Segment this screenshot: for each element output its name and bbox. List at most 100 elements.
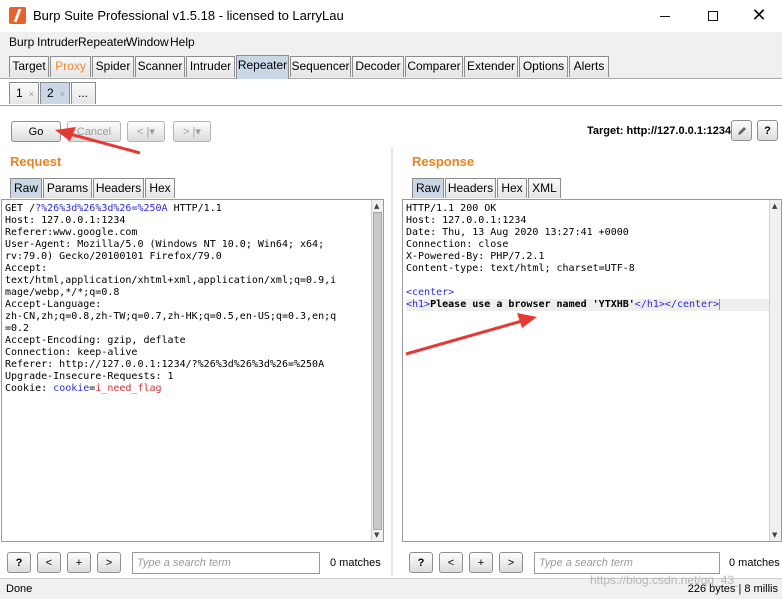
request-tab-params[interactable]: Params <box>43 178 92 198</box>
maximize-icon <box>708 11 718 21</box>
maximize-button[interactable] <box>690 0 736 32</box>
scroll-up-icon[interactable]: ▲ <box>374 202 379 210</box>
menu-repeater[interactable]: Repeater <box>78 35 127 49</box>
repeater-tab-new[interactable]: ... <box>71 82 96 104</box>
repeater-tab-2[interactable]: 2 × <box>40 82 70 104</box>
cookie-name: cookie <box>53 383 90 394</box>
tab-sequencer[interactable]: Sequencer <box>290 56 351 77</box>
scrollbar-thumb[interactable] <box>373 212 382 530</box>
request-line: Accept-Language: <box>5 299 102 310</box>
tab-close-icon[interactable]: × <box>29 89 34 99</box>
response-tab-headers[interactable]: Headers <box>445 178 496 198</box>
request-line: GET /?%26%3d%26%3d%26=%250A HTTP/1.1 <box>5 203 222 214</box>
request-text[interactable]: GET /?%26%3d%26%3d%26=%250A HTTP/1.1 Hos… <box>2 200 383 395</box>
go-button[interactable]: Go <box>11 121 61 142</box>
request-search-input[interactable]: Type a search term <box>132 552 320 574</box>
close-button[interactable]: ✕ <box>736 0 782 32</box>
tab-alerts[interactable]: Alerts <box>569 56 609 77</box>
target-label: Target: http://127.0.0.1:1234 <box>587 125 732 137</box>
response-tab-hex[interactable]: Hex <box>497 178 527 198</box>
tab-intruder[interactable]: Intruder <box>186 56 235 77</box>
repeater-tab-1[interactable]: 1 × <box>9 82 39 104</box>
response-search-prev-button[interactable]: < <box>439 552 463 573</box>
request-line: mage/webp,*/*;q=0.8 <box>5 287 120 298</box>
request-line: =0.2 <box>5 323 30 334</box>
request-line: Connection: keep-alive <box>5 347 138 358</box>
tab-repeater[interactable]: Repeater <box>236 55 289 79</box>
response-search-add-button[interactable]: + <box>469 552 493 573</box>
request-line: Cookie: cookie=i_need_flag <box>5 383 162 394</box>
tab-decoder[interactable]: Decoder <box>352 56 404 77</box>
request-line: Referer:www.google.com <box>5 227 138 238</box>
cancel-button[interactable]: Cancel <box>67 121 121 142</box>
menu-intruder[interactable]: Intruder <box>37 35 78 49</box>
request-line: Referer: http://127.0.0.1:1234/?%26%3d%2… <box>5 359 325 370</box>
scroll-up-icon[interactable]: ▲ <box>772 202 777 210</box>
request-search-prev-button[interactable]: < <box>37 552 61 573</box>
request-tab-hex[interactable]: Hex <box>145 178 175 198</box>
response-line: X-Powered-By: PHP/7.2.1 <box>406 251 545 262</box>
watermark: https://blog.csdn.net/qq_43_ <box>590 573 741 587</box>
request-line: Accept-Encoding: gzip, deflate <box>5 335 186 346</box>
request-editor[interactable]: GET /?%26%3d%26%3d%26=%250A HTTP/1.1 Hos… <box>1 199 384 542</box>
response-title: Response <box>412 154 475 169</box>
menu-window[interactable]: Window <box>126 35 169 49</box>
edit-target-button[interactable] <box>731 120 752 141</box>
pencil-icon <box>737 126 746 135</box>
response-search-help-button[interactable]: ? <box>409 552 433 573</box>
cookie-value: i_need_flag <box>95 383 162 394</box>
tab-close-icon[interactable]: × <box>60 89 65 99</box>
request-line: Host: 127.0.0.1:1234 <box>5 215 126 226</box>
response-search-input[interactable]: Type a search term <box>534 552 720 574</box>
request-tab-raw[interactable]: Raw <box>10 178 42 198</box>
request-line: text/html,application/xhtml+xml,applicat… <box>5 275 337 286</box>
request-search-add-button[interactable]: + <box>67 552 91 573</box>
minimize-icon <box>660 15 670 17</box>
menu-bar: Burp Intruder Repeater Window Help <box>0 32 782 51</box>
tab-scanner[interactable]: Scanner <box>135 56 185 77</box>
response-line: Date: Thu, 13 Aug 2020 13:27:41 +0000 <box>406 227 629 238</box>
target-help-button[interactable]: ? <box>757 120 778 141</box>
window-title: Burp Suite Professional v1.5.18 - licens… <box>33 8 344 23</box>
tab-options[interactable]: Options <box>519 56 568 77</box>
pane-splitter[interactable] <box>391 148 393 576</box>
burp-logo-icon <box>9 7 26 24</box>
scroll-down-icon[interactable]: ▼ <box>772 531 777 539</box>
request-title: Request <box>10 154 62 169</box>
response-line: HTTP/1.1 200 OK <box>406 203 497 214</box>
forward-button[interactable]: > |▾ <box>173 121 211 142</box>
response-tab-xml[interactable]: XML <box>528 178 561 198</box>
request-tab-headers[interactable]: Headers <box>93 178 144 198</box>
tab-target[interactable]: Target <box>9 56 49 77</box>
response-line: Content-type: text/html; charset=UTF-8 <box>406 263 635 274</box>
repeater-tabs-bar <box>0 79 782 106</box>
request-matches: 0 matches <box>330 557 381 569</box>
menu-burp[interactable]: Burp <box>9 35 34 49</box>
minimize-button[interactable] <box>642 0 688 32</box>
close-icon: ✕ <box>751 5 767 26</box>
request-search-next-button[interactable]: > <box>97 552 121 573</box>
response-line-highlighted: <h1>Please use a browser named 'YTXHB'</… <box>406 299 781 311</box>
response-editor[interactable]: HTTP/1.1 200 OK Host: 127.0.0.1:1234 Dat… <box>402 199 782 542</box>
repeater-tab-label: 2 <box>47 86 54 100</box>
response-tab-raw[interactable]: Raw <box>412 178 444 198</box>
status-text: Done <box>6 583 33 595</box>
request-line: Upgrade-Insecure-Requests: 1 <box>5 371 174 382</box>
back-button[interactable]: < |▾ <box>127 121 165 142</box>
repeater-tab-label: ... <box>78 86 89 100</box>
response-line: <center> <box>406 287 455 298</box>
scroll-down-icon[interactable]: ▼ <box>374 531 379 539</box>
response-line: Connection: close <box>406 239 509 250</box>
request-scrollbar[interactable]: ▲ ▼ <box>371 200 383 541</box>
request-search-help-button[interactable]: ? <box>7 552 31 573</box>
menu-help[interactable]: Help <box>170 35 195 49</box>
response-search-next-button[interactable]: > <box>499 552 523 573</box>
tab-extender[interactable]: Extender <box>464 56 518 77</box>
tab-comparer[interactable]: Comparer <box>405 56 463 77</box>
request-line: User-Agent: Mozilla/5.0 (Windows NT 10.0… <box>5 239 325 250</box>
tab-proxy[interactable]: Proxy <box>50 56 91 77</box>
response-scrollbar[interactable]: ▲ ▼ <box>769 200 781 541</box>
tab-spider[interactable]: Spider <box>92 56 134 77</box>
request-line: zh-CN,zh;q=0.8,zh-TW;q=0.7,zh-HK;q=0.5,e… <box>5 311 337 322</box>
response-text[interactable]: HTTP/1.1 200 OK Host: 127.0.0.1:1234 Dat… <box>403 200 781 311</box>
